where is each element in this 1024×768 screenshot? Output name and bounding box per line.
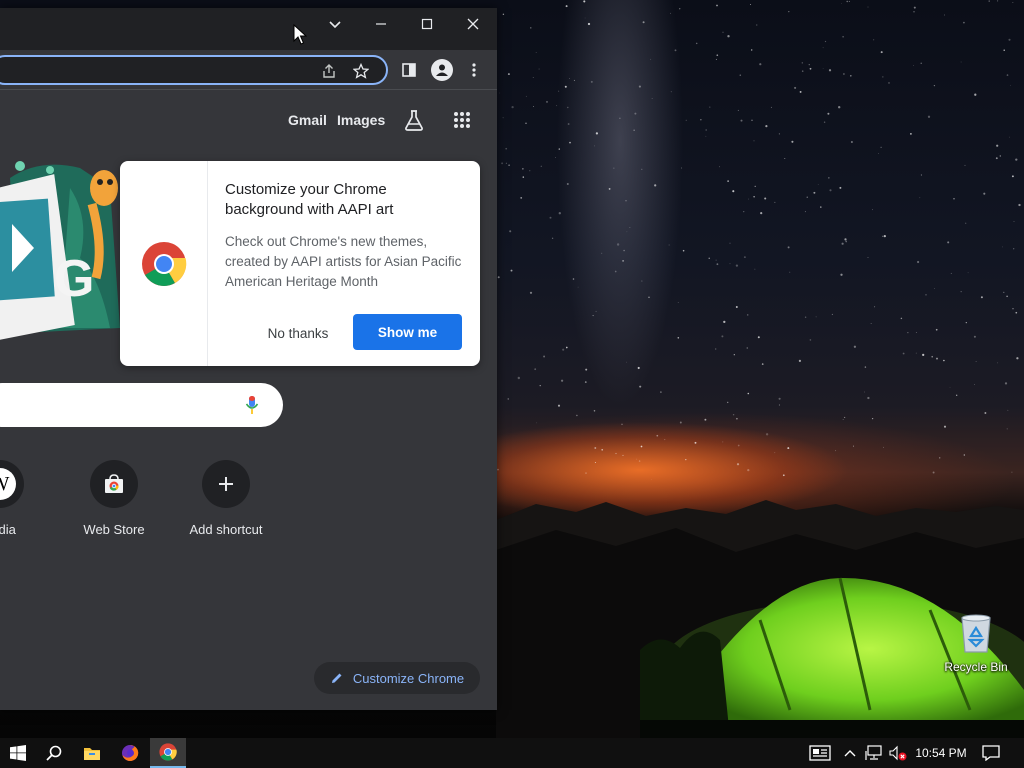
show-hidden-icons-button[interactable] [838, 738, 862, 768]
plus-icon [219, 477, 233, 491]
address-bar[interactable] [0, 55, 388, 85]
window-titlebar[interactable] [0, 8, 497, 50]
volume-muted-icon [889, 745, 907, 761]
shortcut-wikipedia[interactable]: W pedia [0, 460, 56, 537]
voice-search-mic-icon[interactable] [242, 395, 262, 415]
chrome-logo-icon [141, 241, 186, 286]
tab-search-button[interactable] [312, 8, 358, 40]
promo-title: Customize your Chrome background with AA… [225, 181, 394, 218]
google-search-box[interactable] [0, 383, 283, 427]
windows-taskbar: 10:54 PM [0, 738, 1024, 768]
news-widget-button[interactable] [802, 738, 838, 768]
share-icon[interactable] [320, 62, 338, 80]
show-me-button[interactable]: Show me [353, 314, 462, 350]
maximize-button[interactable] [404, 8, 450, 40]
minimize-button[interactable] [358, 8, 404, 40]
taskbar-firefox[interactable] [112, 738, 148, 768]
bookmark-star-icon[interactable] [352, 62, 370, 80]
labs-flask-icon[interactable] [401, 108, 427, 132]
shortcut-tile [202, 460, 250, 508]
google-doodle[interactable]: G [0, 158, 130, 348]
shortcut-add[interactable]: Add shortcut [170, 460, 282, 537]
network-icon [865, 745, 882, 760]
customize-background-promo: Customize your Chrome background with AA… [120, 161, 480, 366]
promo-body: Check out Chrome's new themes, created b… [225, 234, 462, 289]
taskbar-chrome[interactable] [150, 738, 186, 768]
chrome-window: Gmail Images G dia Web Store Add shortcu… [0, 8, 497, 710]
taskbar-file-explorer[interactable] [74, 738, 110, 768]
side-panel-icon[interactable] [400, 61, 418, 79]
network-status-button[interactable] [862, 738, 886, 768]
recycle-bin-icon [961, 614, 991, 653]
shortcut-web-store[interactable]: Web Store [58, 460, 170, 537]
browser-toolbar [0, 50, 497, 90]
close-button[interactable] [450, 8, 496, 40]
mouse-cursor-icon [293, 24, 307, 45]
taskbar-search-button[interactable] [36, 738, 72, 768]
menu-kebab-icon[interactable] [466, 61, 482, 79]
start-button[interactable] [0, 738, 36, 768]
apps-grid-icon[interactable] [450, 108, 474, 132]
customize-chrome-label: Customize Chrome [352, 670, 465, 686]
chevron-down-icon [329, 21, 341, 29]
profile-avatar-icon[interactable] [431, 59, 453, 81]
close-icon [467, 18, 479, 30]
shortcut-label: Web Store [83, 522, 145, 537]
file-explorer-icon [84, 748, 100, 760]
chrome-icon [159, 743, 177, 761]
wikipedia-icon: W [0, 468, 16, 500]
action-center-button[interactable] [974, 738, 1008, 768]
chevron-up-icon [844, 750, 856, 757]
shortcut-tile: W [0, 460, 24, 508]
notification-icon [982, 745, 1000, 761]
volume-button[interactable] [886, 738, 910, 768]
shortcut-label: pedia [0, 522, 16, 537]
customize-chrome-button[interactable]: Customize Chrome [314, 662, 480, 694]
shortcut-tile [90, 460, 138, 508]
gmail-link[interactable]: Gmail [288, 112, 327, 128]
desktop-icon-recycle-bin[interactable]: Recycle Bin [940, 612, 1012, 674]
promo-illustration [120, 161, 208, 366]
pencil-icon [331, 673, 342, 683]
news-icon [809, 745, 831, 761]
shortcut-label: Add shortcut [189, 522, 263, 537]
minimize-icon [376, 23, 386, 25]
taskbar-clock[interactable]: 10:54 PM [912, 738, 970, 768]
svg-text:G: G [54, 250, 94, 308]
firefox-icon [122, 744, 139, 761]
images-link[interactable]: Images [337, 112, 385, 128]
maximize-icon [421, 18, 433, 30]
web-store-icon [105, 474, 123, 493]
search-icon [46, 745, 62, 761]
no-thanks-button[interactable]: No thanks [250, 316, 346, 350]
windows-start-icon [10, 745, 26, 761]
desktop-icon-label: Recycle Bin [944, 660, 1008, 674]
